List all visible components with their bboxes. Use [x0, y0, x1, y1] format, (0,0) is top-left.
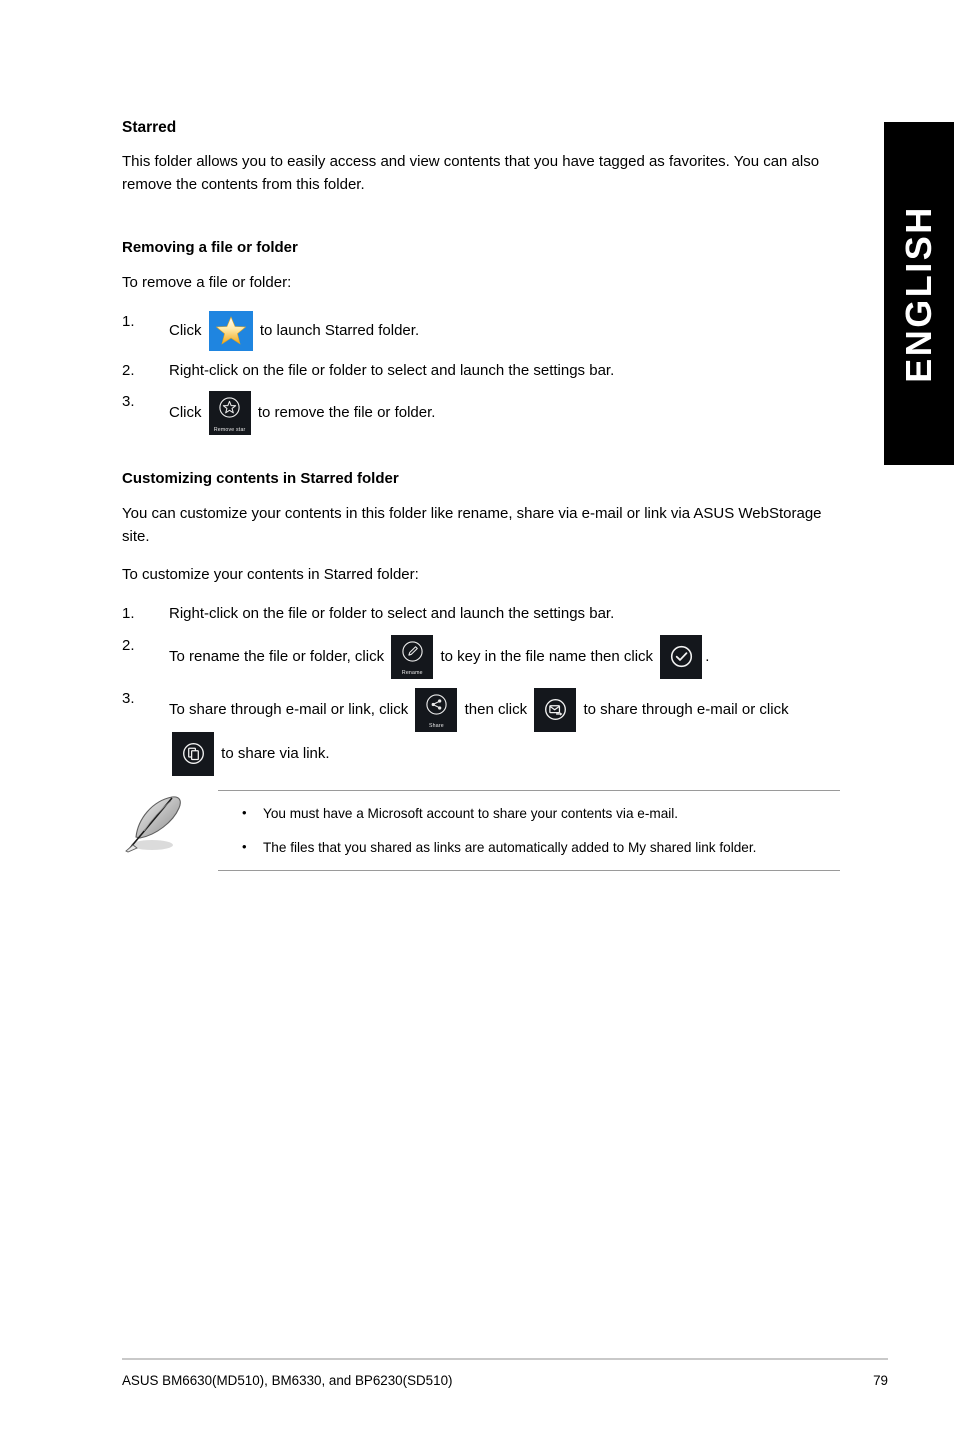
- removing-heading: Removing a file or folder: [122, 238, 298, 256]
- step-text: Click to launch Starred folder.: [169, 310, 840, 351]
- circled-check-icon: [670, 646, 692, 668]
- step-text-part3: to share through e-mail or: [583, 700, 756, 718]
- step-text-part2: then click: [464, 700, 528, 718]
- step-text-part5: to share via link.: [221, 744, 330, 762]
- step-text-post: to launch Starred folder.: [259, 321, 420, 339]
- customizing-step-1: 1. Right-click on the file or folder to …: [122, 603, 840, 626]
- customizing-lead: To customize your contents in Starred fo…: [122, 566, 419, 584]
- share-via-email-icon[interactable]: [534, 687, 577, 732]
- note-box: • You must have a Microsoft account to s…: [122, 790, 840, 872]
- circled-share-icon: [426, 693, 447, 715]
- star-icon: [215, 316, 246, 345]
- customizing-step-2: 2. To rename the file or folder, click R…: [122, 634, 840, 679]
- language-tab-label: ENGLISH: [898, 204, 939, 383]
- footer-page-number: 79: [873, 1373, 888, 1388]
- step-text-part2: to key in the file name then click: [440, 647, 654, 665]
- starred-folder-icon[interactable]: [208, 310, 253, 351]
- step-text: Right-click on the file or folder to sel…: [169, 605, 615, 623]
- customizing-intro: You can customize your contents in this …: [122, 504, 822, 545]
- step-number: 2.: [122, 361, 135, 379]
- circled-copy-document-icon: [182, 743, 204, 765]
- share-icon[interactable]: Share: [415, 687, 458, 732]
- removing-lead: To remove a file or folder:: [122, 273, 292, 291]
- bullet-glyph: •: [242, 838, 247, 854]
- circled-envelope-arrow-icon: [544, 699, 566, 721]
- note-item-text: The files that you shared as links are a…: [263, 839, 757, 855]
- step-text-post: to remove the file or folder.: [257, 403, 436, 421]
- footer-row: ASUS BM6630(MD510), BM6330, and BP6230(S…: [122, 1373, 888, 1388]
- note-bottom-rule: [218, 870, 840, 872]
- footer-model-text: ASUS BM6630(MD510), BM6330, and BP6230(S…: [122, 1373, 453, 1388]
- footer-divider: [122, 1358, 888, 1360]
- note-feather-icon-area: [122, 791, 218, 863]
- step-text-pre: Click: [169, 321, 202, 339]
- remove-star-icon[interactable]: Remove star: [208, 391, 251, 436]
- step-text-part1: To rename the file or folder, click: [169, 647, 385, 665]
- step-number: 2.: [122, 636, 135, 654]
- step-number: 1.: [122, 312, 135, 330]
- step-text-part3: .: [705, 647, 710, 665]
- step-text: To rename the file or folder, click Rena…: [169, 634, 840, 679]
- section-intro-paragraph: This folder allows you to easily access …: [122, 153, 820, 194]
- email-glyph-wrap: [534, 688, 576, 732]
- step-text-part4: click: [759, 700, 789, 718]
- removing-step-3: 3. Click Remove star to remove the file …: [122, 391, 840, 436]
- feather-quill-icon: [125, 796, 181, 853]
- removing-step-1: 1. Click to launch Starred folder.: [122, 310, 840, 351]
- rename-label: Rename: [401, 670, 423, 677]
- check-glyph-wrap: [660, 635, 702, 679]
- bullet-glyph: •: [242, 805, 247, 820]
- step-text: Click Remove star to remove the file or …: [169, 391, 840, 436]
- note-item: • You must have a Microsoft account to s…: [242, 804, 840, 824]
- step-text-pre: Click: [169, 403, 202, 421]
- note-items: • You must have a Microsoft account to s…: [218, 791, 840, 870]
- share-label: Share: [429, 723, 444, 730]
- step-number: 3.: [122, 689, 135, 707]
- customizing-heading: Customizing contents in Starred folder: [122, 470, 399, 488]
- note-item-text: You must have a Microsoft account to sha…: [263, 806, 679, 821]
- step-number: 3.: [122, 393, 135, 411]
- language-tab-english: ENGLISH: [884, 122, 954, 465]
- note-inner: • You must have a Microsoft account to s…: [122, 791, 840, 870]
- note-item: • The files that you shared as links are…: [242, 838, 840, 858]
- confirm-check-icon[interactable]: [660, 634, 703, 679]
- page-content: Starred This folder allows you to easily…: [122, 118, 840, 785]
- step-text-part1: To share through e-mail or link, click: [169, 700, 409, 718]
- customizing-step-3: 3. To share through e-mail or link, clic…: [122, 687, 840, 776]
- removing-step-2: 2. Right-click on the file or folder to …: [122, 360, 840, 383]
- share-via-link-icon[interactable]: [172, 731, 214, 776]
- step-number: 1.: [122, 605, 135, 623]
- step-text: To share through e-mail or link, click S…: [169, 687, 840, 776]
- link-glyph-wrap: [172, 732, 214, 776]
- step-text: Right-click on the file or folder to sel…: [169, 361, 615, 379]
- page-title: Starred: [122, 119, 177, 136]
- rename-icon[interactable]: Rename: [391, 634, 434, 679]
- remove-star-label: Remove star: [213, 426, 246, 433]
- circled-pencil-icon: [402, 640, 423, 662]
- page-footer: ASUS BM6630(MD510), BM6330, and BP6230(S…: [122, 1358, 888, 1388]
- circled-star-icon: [219, 397, 240, 418]
- star-glyph-wrap: [209, 311, 253, 351]
